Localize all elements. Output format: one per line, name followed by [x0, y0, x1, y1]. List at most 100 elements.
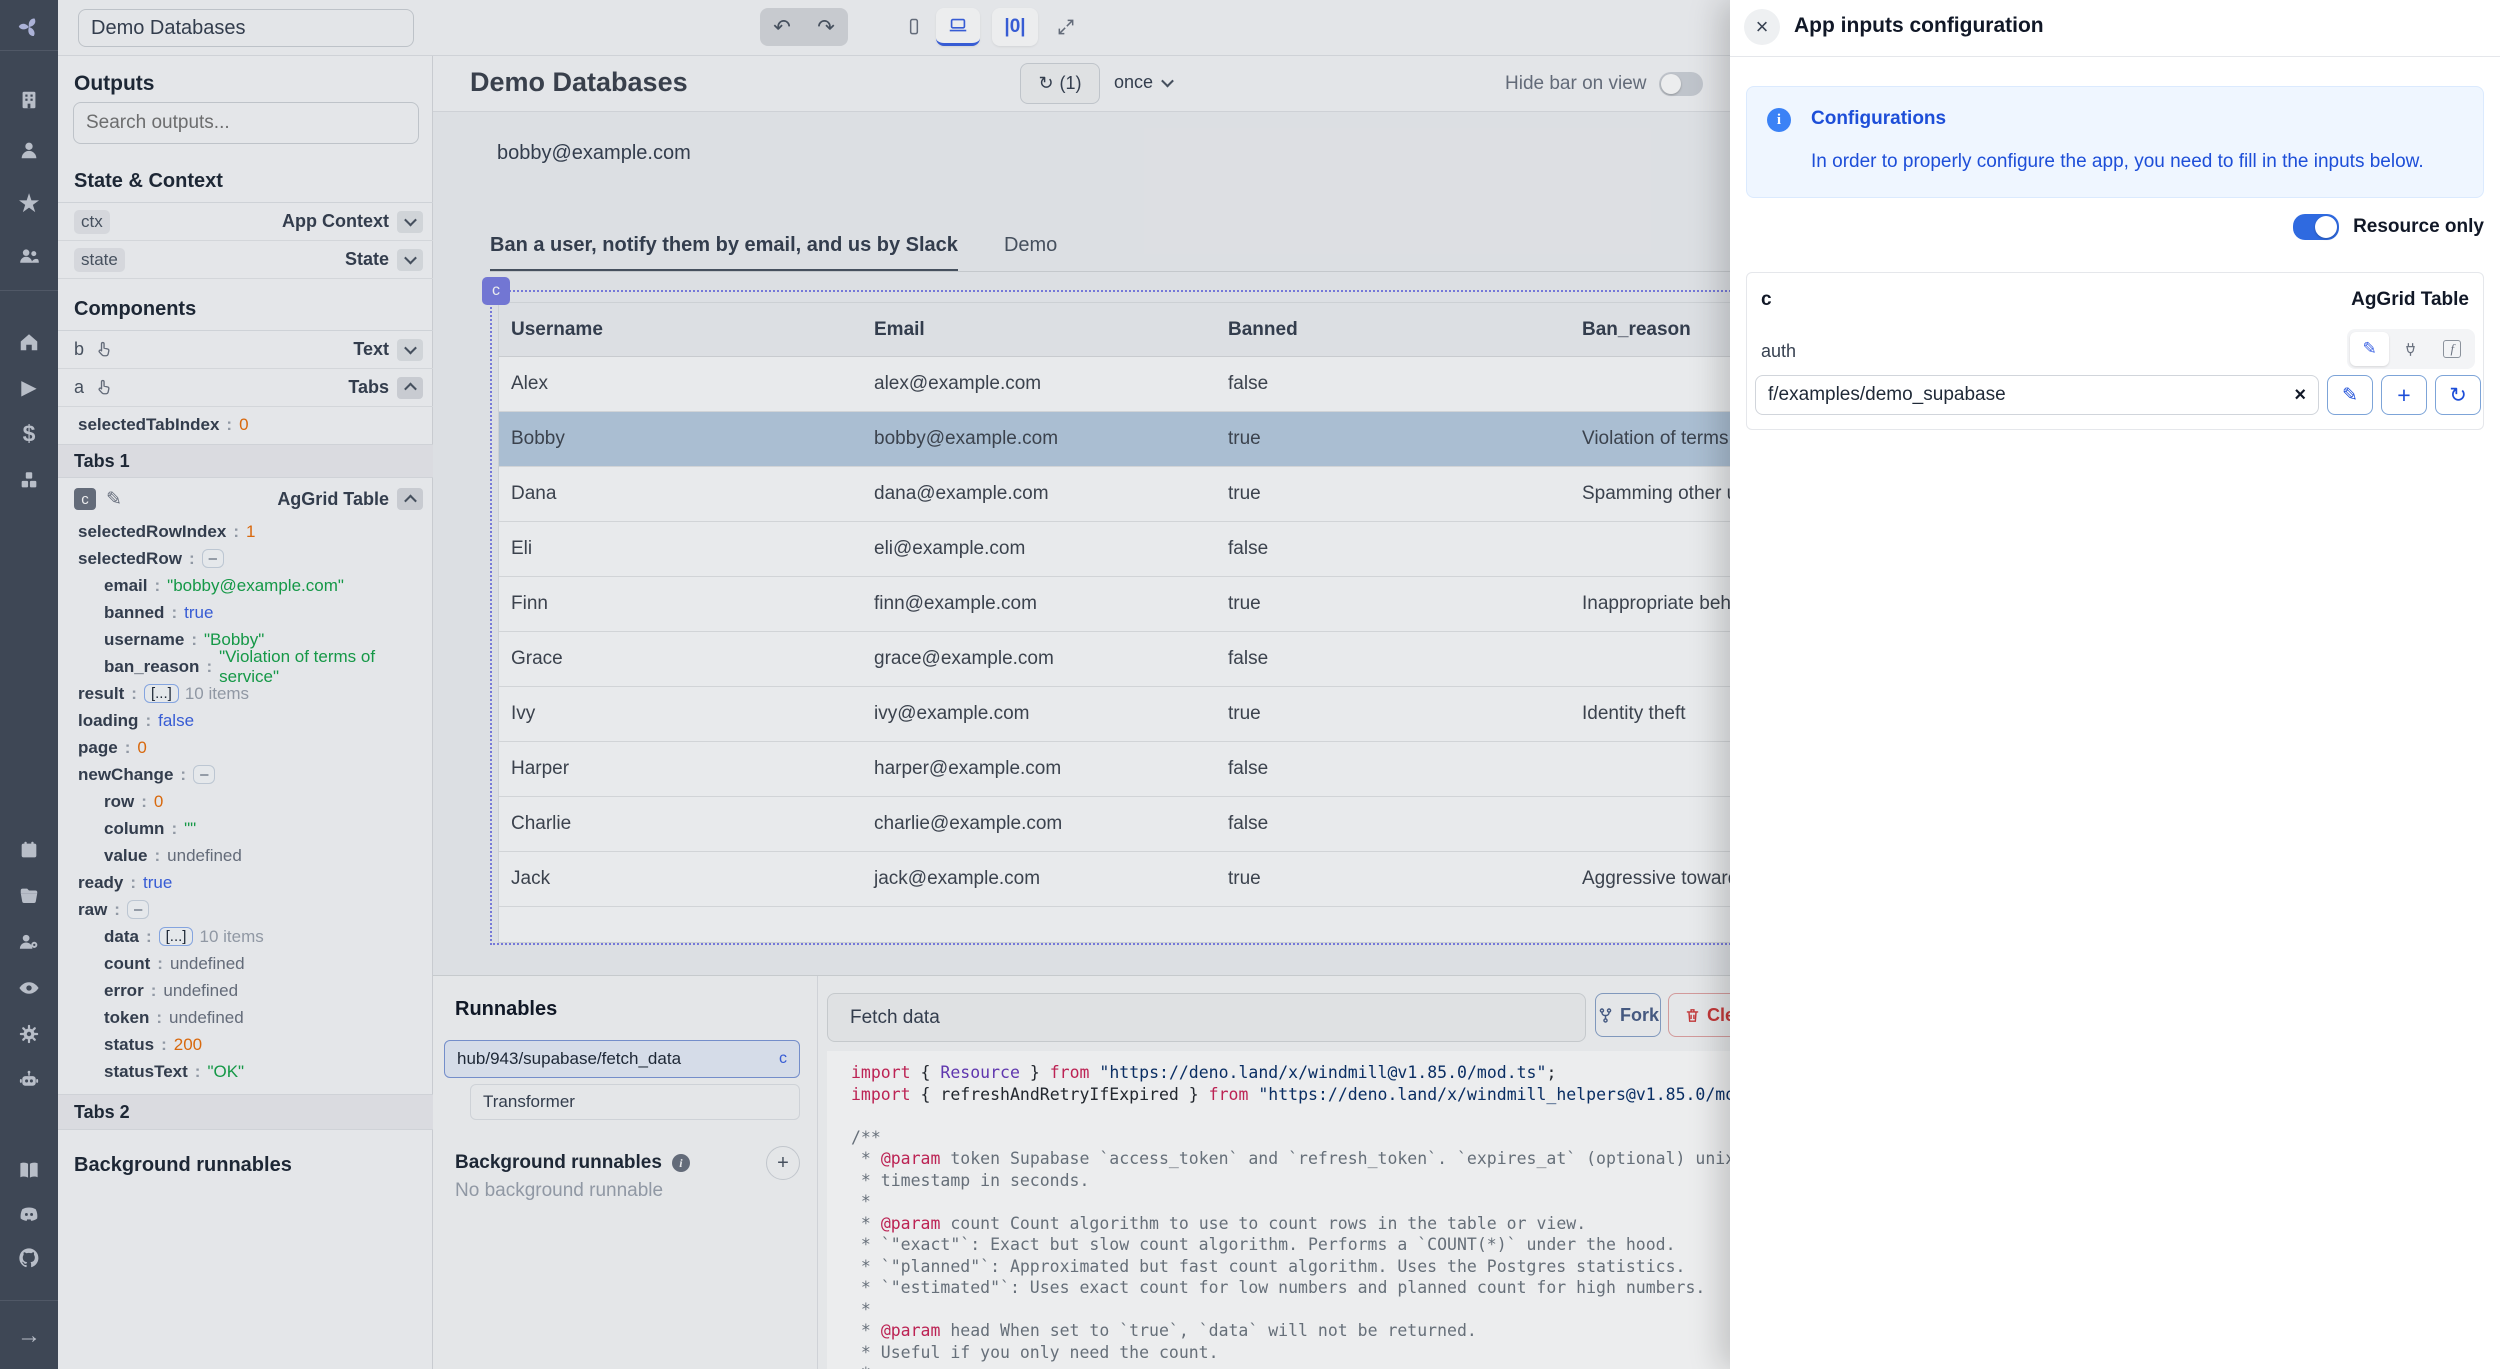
refresh-count-button[interactable]: ↻ (1): [1020, 63, 1100, 104]
collapse-rail-arrow-icon[interactable]: →: [17, 1324, 41, 1348]
output-prop-error[interactable]: error:undefined: [58, 977, 433, 1004]
output-prop-value[interactable]: value:undefined: [58, 842, 433, 869]
fullscreen-button[interactable]: [1046, 8, 1086, 46]
undo-icon[interactable]: ↶: [773, 15, 791, 40]
expand-ctx-button[interactable]: [397, 211, 423, 233]
output-prop-page[interactable]: page:0: [58, 734, 433, 761]
output-prop-newChange[interactable]: newChange:–: [58, 761, 433, 788]
drawer-title: App inputs configuration: [1794, 14, 2044, 38]
add-resource-button[interactable]: +: [2381, 375, 2427, 415]
output-prop-banned[interactable]: banned:true: [58, 599, 433, 626]
expand-b-button[interactable]: [397, 339, 423, 361]
eye-watch-icon[interactable]: [18, 977, 41, 1000]
home-icon[interactable]: [18, 331, 40, 353]
resources-cubes-icon[interactable]: [18, 469, 40, 491]
favorites-star-icon[interactable]: ★: [17, 190, 40, 216]
component-a-id: a: [74, 377, 84, 398]
windmill-logo-icon[interactable]: [16, 14, 42, 40]
auth-resource-input[interactable]: [1768, 384, 2294, 406]
resource-only-toggle[interactable]: [2293, 214, 2339, 240]
output-prop-token[interactable]: token:undefined: [58, 1004, 433, 1031]
output-prop-status[interactable]: status:200: [58, 1031, 433, 1058]
column-header-banned[interactable]: Banned: [1216, 319, 1570, 341]
output-row-ctx[interactable]: ctx App Context: [58, 203, 433, 241]
runs-play-icon[interactable]: ▶: [21, 378, 36, 398]
output-row-component-c[interactable]: c ✎ AgGrid Table: [58, 480, 433, 518]
component-a-type: Tabs: [348, 377, 389, 398]
tabs2-section-header[interactable]: Tabs 2: [58, 1094, 433, 1130]
variables-dollar-icon[interactable]: $: [23, 423, 36, 446]
eval-mode-button[interactable]: f: [2433, 332, 2472, 366]
table-cell: true: [1216, 593, 1570, 615]
output-prop-row[interactable]: row:0: [58, 788, 433, 815]
output-prop-ready[interactable]: ready:true: [58, 869, 433, 896]
docs-book-icon[interactable]: [18, 1159, 41, 1182]
ai-robot-icon[interactable]: [18, 1069, 41, 1092]
redo-icon[interactable]: ↷: [817, 15, 835, 40]
table-cell: Eli: [499, 538, 862, 560]
folders-icon[interactable]: [18, 885, 40, 907]
github-icon[interactable]: [18, 1247, 41, 1270]
output-prop-column[interactable]: column:"": [58, 815, 433, 842]
input-mode-segmented-control: ✎ f: [2347, 329, 2475, 369]
output-prop-data[interactable]: data:[...]10 items: [58, 923, 433, 950]
runnable-item-transformer[interactable]: Transformer: [470, 1084, 800, 1120]
table-cell: true: [1216, 483, 1570, 505]
schedules-calendar-icon[interactable]: [18, 839, 40, 861]
output-row-component-a[interactable]: a Tabs: [58, 369, 433, 407]
component-b-id: b: [74, 339, 84, 360]
center-align-button[interactable]: |0|: [992, 8, 1038, 46]
edit-resource-button[interactable]: ✎: [2327, 375, 2373, 415]
output-row-state[interactable]: state State: [58, 241, 433, 279]
edit-pencil-icon[interactable]: ✎: [106, 488, 122, 511]
groups-admin-icon[interactable]: [18, 931, 41, 954]
selected-component-badge[interactable]: c: [482, 277, 510, 305]
output-prop-count[interactable]: count:undefined: [58, 950, 433, 977]
profile-icon[interactable]: [18, 139, 40, 161]
discord-icon[interactable]: [18, 1203, 41, 1226]
settings-gear-icon[interactable]: [18, 1023, 40, 1045]
workspace-building-icon[interactable]: [18, 89, 40, 111]
table-cell: Bobby: [499, 428, 862, 450]
fork-button[interactable]: Fork: [1595, 993, 1661, 1037]
tabs1-section-header[interactable]: Tabs 1: [58, 444, 433, 478]
output-prop-statusText[interactable]: statusText:"OK": [58, 1058, 433, 1085]
editor-tab-fetch-data[interactable]: Fetch data: [827, 993, 1586, 1042]
output-prop-selectedRowIndex[interactable]: selectedRowIndex:1: [58, 518, 433, 545]
output-row-component-b[interactable]: b Text: [58, 331, 433, 369]
components-title: Components: [74, 298, 196, 321]
tab-demo[interactable]: Demo: [1004, 234, 1057, 272]
add-background-runnable-button[interactable]: +: [766, 1146, 800, 1180]
tab-ban-a-user[interactable]: Ban a user, notify them by email, and us…: [490, 234, 958, 272]
app-name-input[interactable]: [78, 9, 414, 47]
hide-bar-toggle[interactable]: [1659, 72, 1703, 96]
refresh-resource-button[interactable]: ↻: [2435, 375, 2481, 415]
output-prop-raw[interactable]: raw:–: [58, 896, 433, 923]
collapse-c-button[interactable]: [397, 488, 423, 510]
run-mode-select[interactable]: once: [1114, 72, 1172, 93]
expand-state-button[interactable]: [397, 249, 423, 271]
output-prop-selectedRow[interactable]: selectedRow:–: [58, 545, 433, 572]
table-cell: false: [1216, 373, 1570, 395]
column-header-username[interactable]: Username: [499, 319, 862, 341]
output-prop-ban_reason[interactable]: ban_reason:"Violation of terms of servic…: [58, 653, 433, 680]
output-prop-loading[interactable]: loading:false: [58, 707, 433, 734]
center-align-icon: |0|: [1004, 16, 1025, 38]
users-icon[interactable]: [18, 245, 41, 268]
outputs-panel: Outputs State & Context ctx App Context …: [58, 56, 433, 1369]
collapse-a-button[interactable]: [397, 377, 423, 399]
clear-input-icon[interactable]: ×: [2294, 384, 2306, 407]
column-header-email[interactable]: Email: [862, 319, 1216, 341]
output-prop-selectedTabIndex[interactable]: selectedTabIndex: 0: [58, 411, 433, 438]
plug-icon: [2402, 341, 2419, 358]
static-edit-mode-button[interactable]: ✎: [2350, 332, 2389, 366]
search-outputs-input[interactable]: [73, 102, 419, 144]
connect-mode-button[interactable]: [2391, 332, 2430, 366]
close-drawer-button[interactable]: ×: [1744, 9, 1780, 45]
mobile-view-button[interactable]: [894, 8, 934, 46]
desktop-view-button[interactable]: [936, 8, 980, 46]
output-prop-email[interactable]: email:"bobby@example.com": [58, 572, 433, 599]
runnable-item-fetch-data[interactable]: hub/943/supabase/fetch_data c: [444, 1040, 800, 1078]
component-input-card: c AgGrid Table ✎ f auth × ✎ + ↻: [1746, 272, 2484, 430]
trash-icon: [1684, 1007, 1701, 1024]
